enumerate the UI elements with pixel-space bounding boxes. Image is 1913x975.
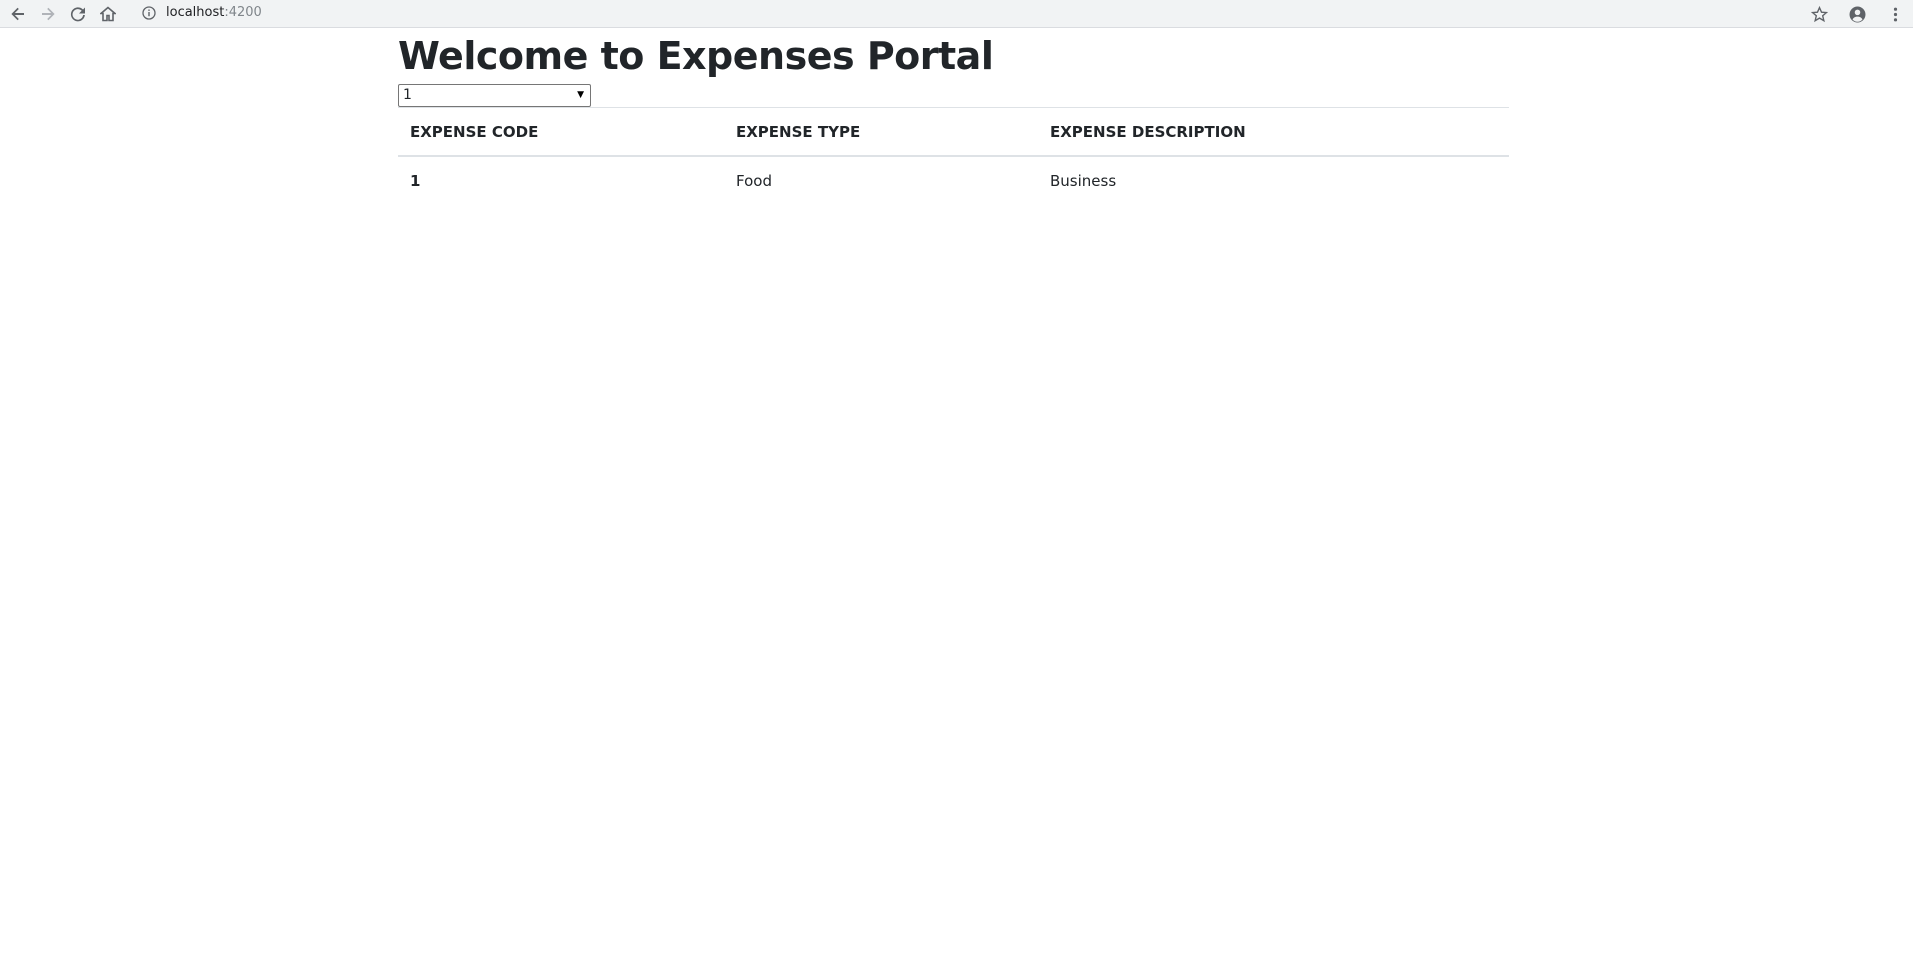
expense-code-select[interactable]: 1 ▼ [398,84,591,107]
main-container: Welcome to Expenses Portal 1 ▼ EXPENSE C… [398,30,1509,205]
url-host: localhost [166,5,225,20]
cell-expense-code: 1 [410,172,421,190]
browser-toolbar: localhost:4200 [0,0,1913,28]
expenses-table: EXPENSE CODE EXPENSE TYPE EXPENSE DESCRI… [398,107,1509,205]
cell-expense-type: Food [736,172,772,190]
forward-button[interactable] [36,2,60,26]
address-bar[interactable]: localhost:4200 [132,1,1838,24]
reload-icon [70,6,85,21]
star-icon [1810,5,1828,22]
reload-button[interactable] [66,2,90,26]
header-expense-type: EXPENSE TYPE [724,107,1038,157]
back-icon [11,7,24,20]
table-header-row: EXPENSE CODE EXPENSE TYPE EXPENSE DESCRI… [398,107,1509,157]
expense-code-select-wrapper: 1 ▼ [398,84,591,107]
cell-expense-description: Business [1050,172,1117,190]
header-expense-code: EXPENSE CODE [398,107,724,157]
bookmark-button[interactable] [1807,2,1831,26]
url-port: :4200 [224,5,262,20]
menu-icon [1893,7,1897,21]
page-title: Welcome to Expenses Portal [398,34,994,78]
select-value: 1 [403,87,412,103]
info-icon[interactable] [142,5,156,20]
table-row: 1 Food Business [398,156,1509,205]
home-button[interactable] [96,2,120,26]
header-expense-description: EXPENSE DESCRIPTION [1038,107,1509,157]
home-icon [100,5,116,21]
back-button[interactable] [6,2,30,26]
account-icon [1849,6,1865,22]
dropdown-arrow-icon: ▼ [577,90,584,100]
browser-menu-button[interactable] [1883,2,1907,26]
account-button[interactable] [1845,2,1869,26]
url-text[interactable]: localhost:4200 [166,5,262,20]
forward-icon [42,7,55,20]
